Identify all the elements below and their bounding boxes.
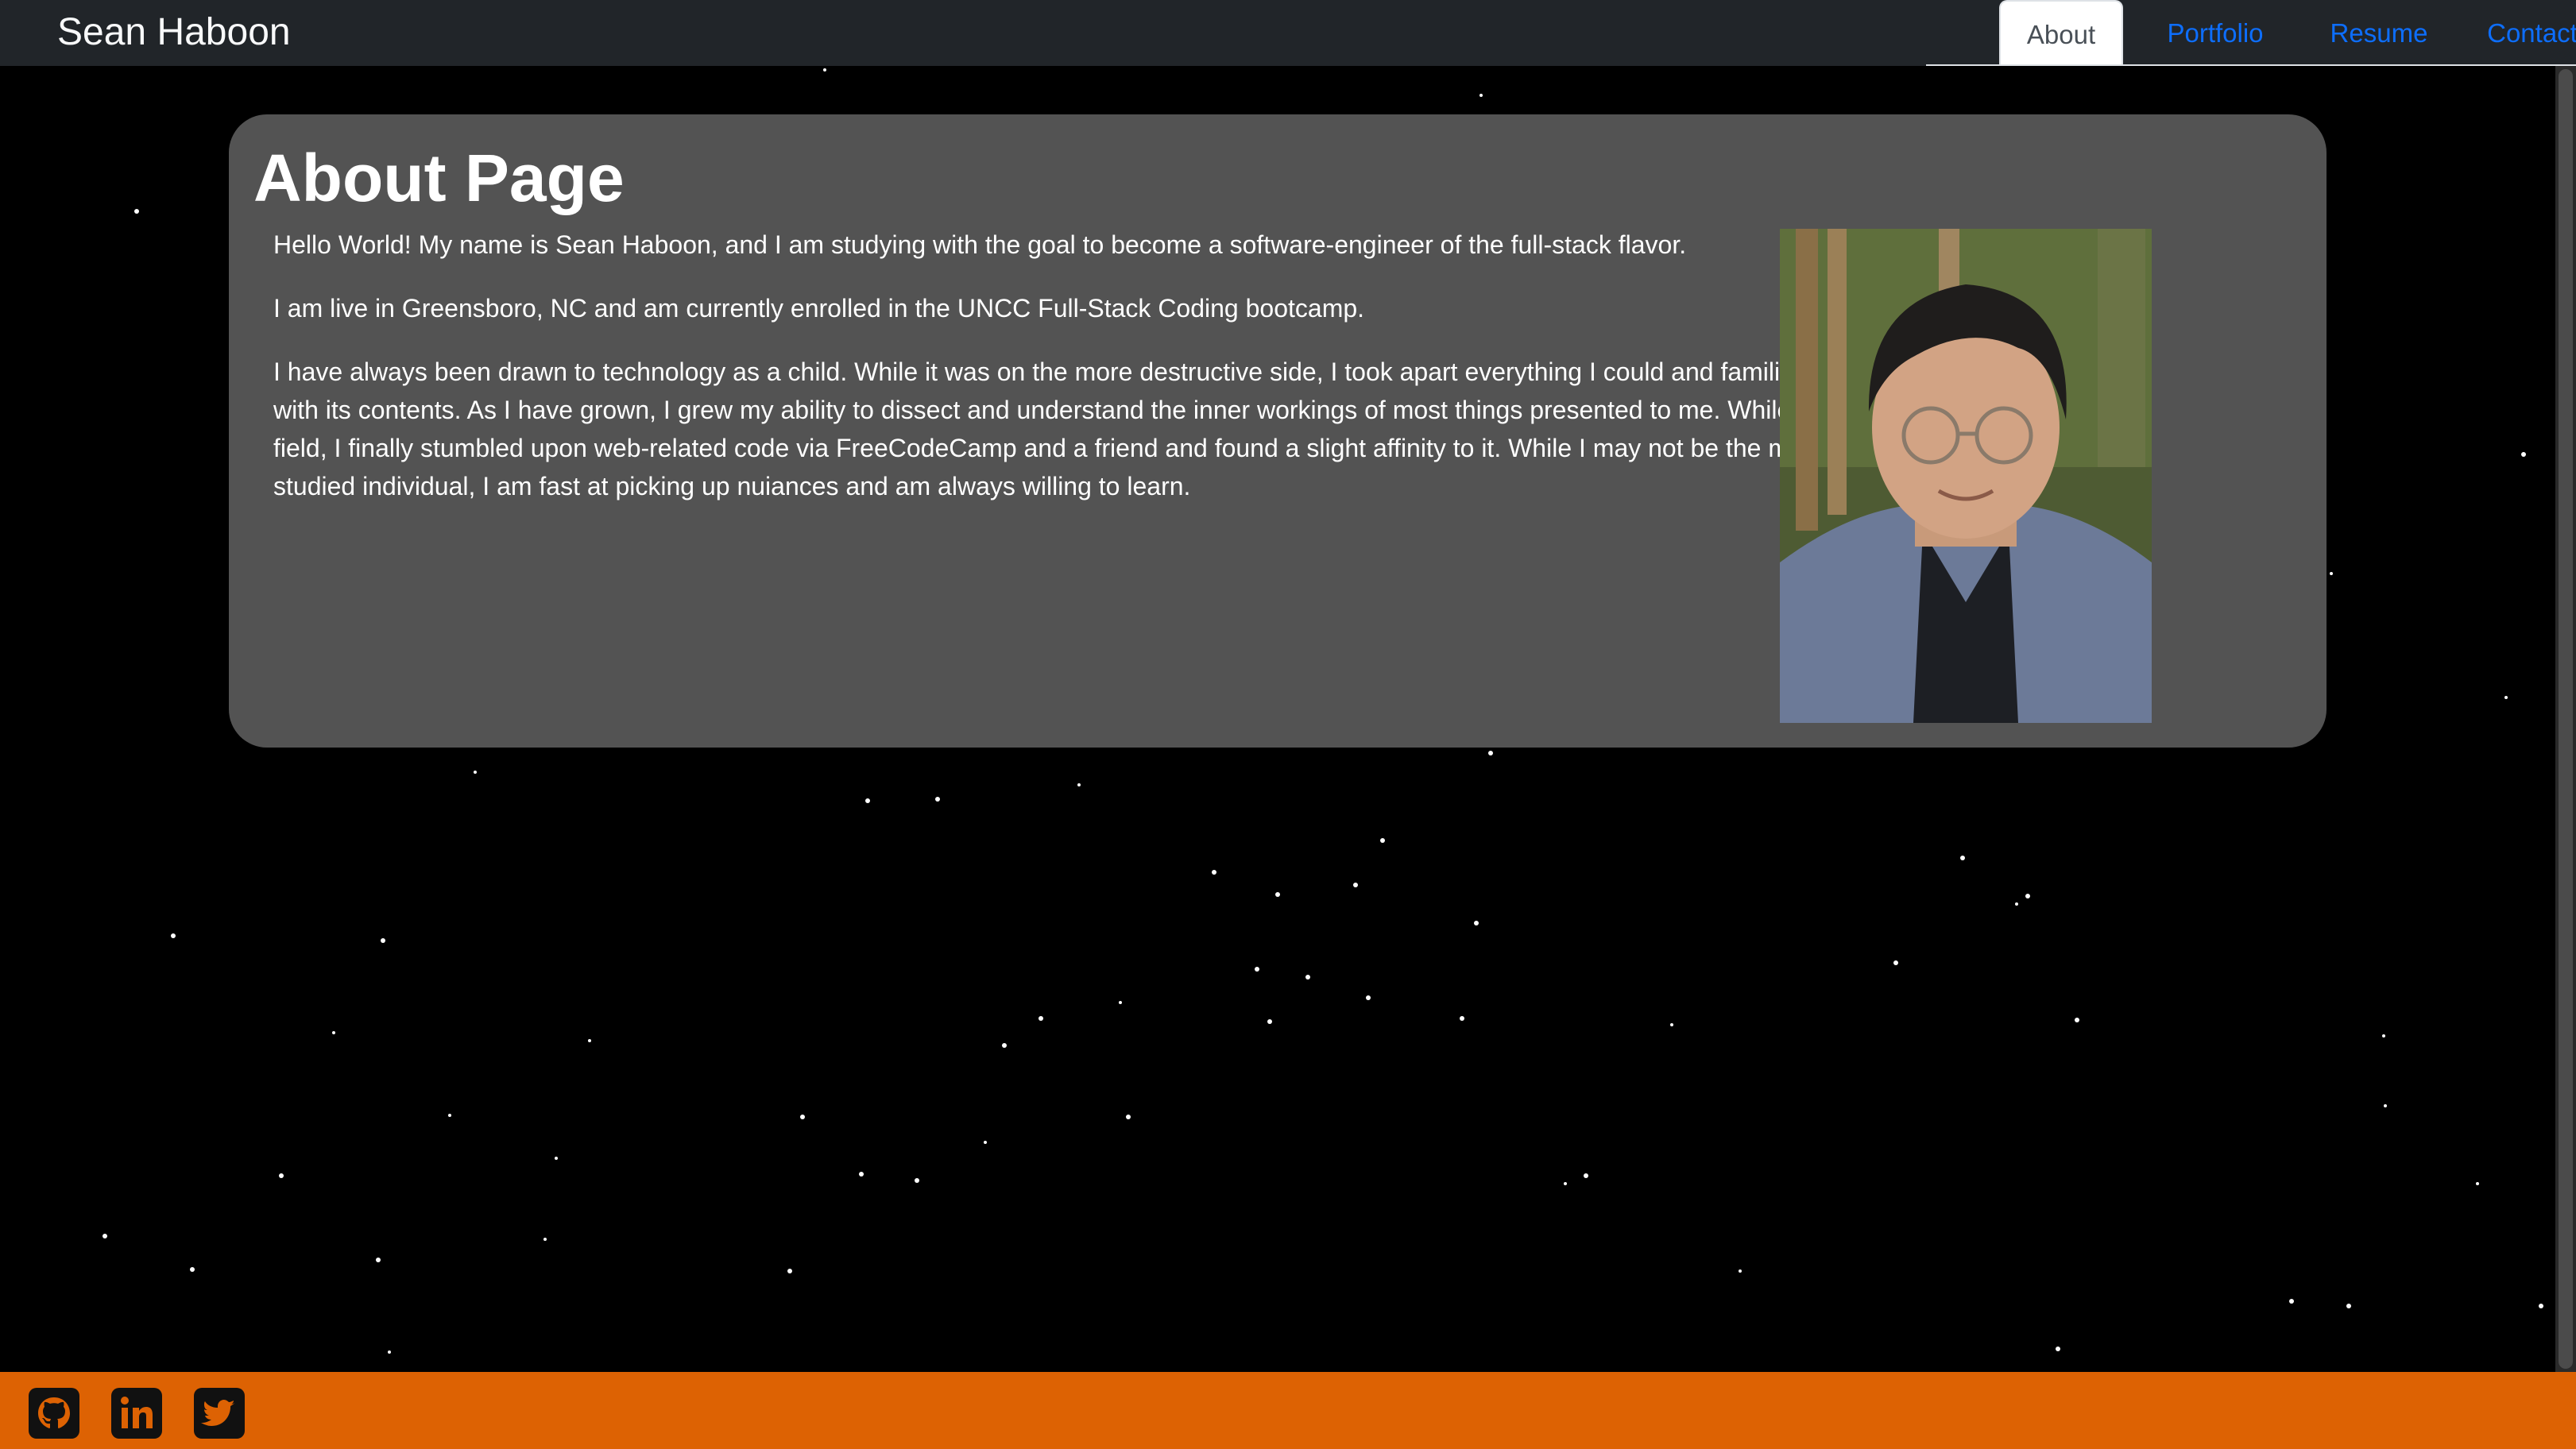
twitter-icon[interactable] [194, 1388, 245, 1439]
footer [0, 1372, 2576, 1449]
tab-contact[interactable]: Contact [2463, 0, 2576, 64]
top-navbar: Sean Haboon About Portfolio Resume Conta… [0, 0, 2576, 66]
about-text: Hello World! My name is Sean Haboon, and… [273, 226, 1950, 531]
about-paragraph-location: I am live in Greensboro, NC and am curre… [273, 294, 1365, 323]
tab-portfolio[interactable]: Portfolio [2136, 0, 2295, 64]
profile-photo [1780, 229, 2152, 723]
about-paragraph-background: I have always been drawn to technology a… [273, 357, 1930, 500]
about-paragraph-intro: Hello World! My name is Sean Haboon, and… [273, 230, 1687, 259]
site-brand[interactable]: Sean Haboon [57, 6, 291, 59]
github-icon[interactable] [29, 1388, 79, 1439]
scrollbar-thumb[interactable] [2559, 69, 2573, 1369]
tab-resume[interactable]: Resume [2307, 0, 2450, 64]
about-card: About Page Hello World! My name is Sean … [229, 114, 2327, 748]
tab-about[interactable]: About [1999, 0, 2123, 64]
page-title: About Page [253, 141, 625, 215]
nav-tabs: About Portfolio Resume Contact [1926, 0, 2576, 66]
linkedin-icon[interactable] [111, 1388, 162, 1439]
page-scrollbar[interactable] [2555, 66, 2576, 1372]
